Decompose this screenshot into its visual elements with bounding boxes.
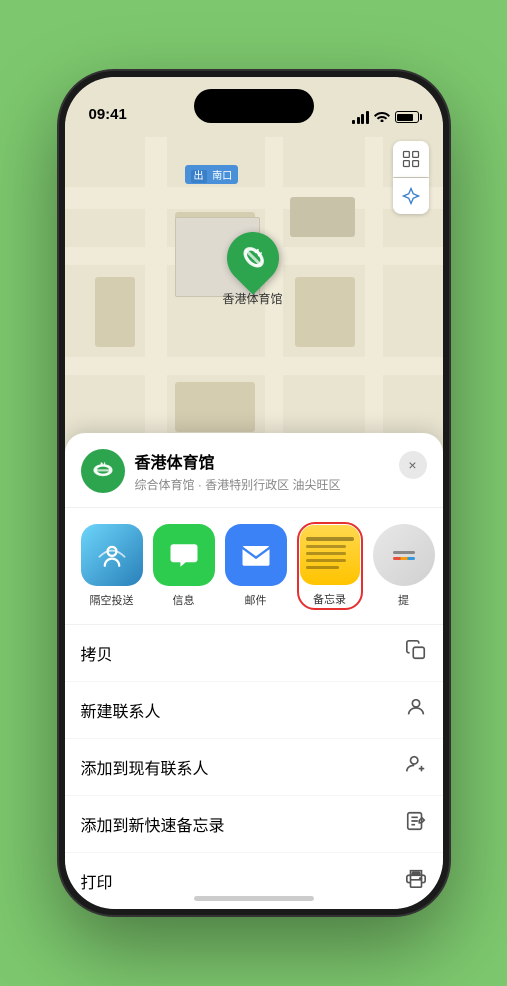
action-new-contact[interactable]: 新建联系人 <box>65 682 443 739</box>
map-type-button[interactable] <box>393 141 429 177</box>
bottom-sheet: 香港体育馆 综合体育馆 · 香港特别行政区 油尖旺区 × <box>65 433 443 909</box>
phone-frame: 09:41 <box>59 71 449 915</box>
mail-icon <box>225 524 287 586</box>
dynamic-island <box>194 89 314 123</box>
place-icon <box>81 449 125 493</box>
more-label: 提 <box>398 592 409 608</box>
battery-icon <box>395 111 419 123</box>
map-controls <box>393 141 429 214</box>
share-row: 隔空投送 信息 <box>65 508 443 625</box>
home-indicator <box>194 896 314 901</box>
copy-icon <box>405 639 427 667</box>
action-list: 拷贝 新建联系人 <box>65 625 443 909</box>
action-copy[interactable]: 拷贝 <box>65 625 443 682</box>
share-mail[interactable]: 邮件 <box>225 524 287 608</box>
close-button[interactable]: × <box>399 451 427 479</box>
map-south-entrance-label: 出 南口 <box>185 165 239 184</box>
place-header: 香港体育馆 综合体育馆 · 香港特别行政区 油尖旺区 × <box>65 449 443 508</box>
place-subtitle: 综合体育馆 · 香港特别行政区 油尖旺区 <box>135 476 399 493</box>
phone-screen: 09:41 <box>65 77 443 909</box>
notes-label: 备忘录 <box>313 591 346 607</box>
action-print-label: 打印 <box>81 869 113 893</box>
action-copy-label: 拷贝 <box>81 641 113 665</box>
print-icon <box>405 867 427 895</box>
note-icon <box>405 810 427 838</box>
wifi-icon <box>374 109 390 125</box>
place-info: 香港体育馆 综合体育馆 · 香港特别行政区 油尖旺区 <box>135 449 399 493</box>
place-name: 香港体育馆 <box>135 449 399 473</box>
share-more[interactable]: 提 <box>373 524 435 608</box>
messages-icon <box>153 524 215 586</box>
action-new-contact-label: 新建联系人 <box>81 698 161 722</box>
share-messages[interactable]: 信息 <box>153 524 215 608</box>
status-icons <box>352 109 419 125</box>
action-add-contact[interactable]: 添加到现有联系人 <box>65 739 443 796</box>
action-add-contact-label: 添加到现有联系人 <box>81 755 209 779</box>
share-notes[interactable]: 备忘录 <box>297 522 363 610</box>
action-quick-note-label: 添加到新快速备忘录 <box>81 812 225 836</box>
action-quick-note[interactable]: 添加到新快速备忘录 <box>65 796 443 853</box>
location-button[interactable] <box>393 178 429 214</box>
share-airdrop[interactable]: 隔空投送 <box>81 524 143 608</box>
stadium-marker[interactable]: 香港体育馆 <box>223 232 283 307</box>
messages-label: 信息 <box>173 592 195 608</box>
person-add-icon <box>405 753 427 781</box>
person-icon <box>405 696 427 724</box>
status-time: 09:41 <box>89 106 127 125</box>
airdrop-label: 隔空投送 <box>90 592 134 608</box>
mail-label: 邮件 <box>245 592 267 608</box>
notes-icon <box>300 525 360 585</box>
airdrop-icon <box>81 524 143 586</box>
signal-icon <box>352 111 369 124</box>
